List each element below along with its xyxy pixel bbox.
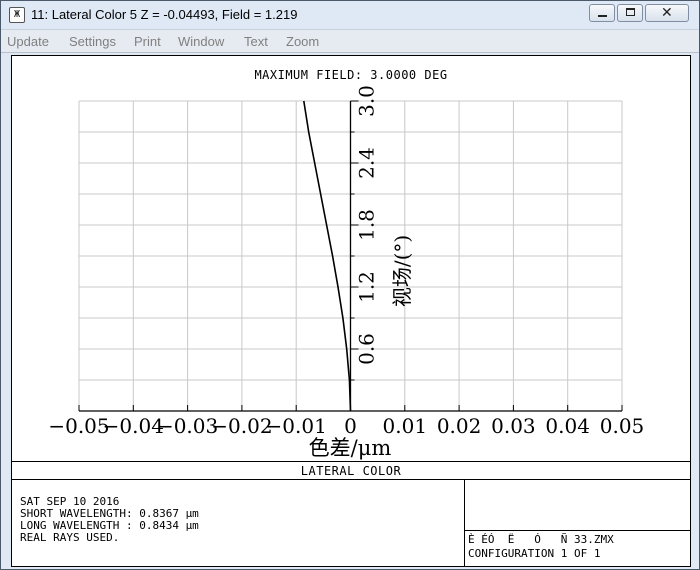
zemax-app-icon[interactable]: Ж	[9, 7, 25, 23]
x-tick-label: −0.05	[48, 414, 109, 438]
footer-divider-top	[12, 461, 690, 462]
y-axis-label: 视场/(°)	[390, 234, 414, 308]
footer-title: LATERAL COLOR	[300, 464, 402, 478]
close-icon: ✕	[661, 5, 673, 21]
menu-text[interactable]: Text	[244, 34, 268, 49]
config-count: CONFIGURATION 1 OF 1	[468, 547, 601, 560]
config-file-name: È ÉÓ Ë Ó Ñ 33.ZMX	[468, 533, 614, 546]
menu-settings[interactable]: Settings	[69, 34, 116, 49]
x-tick-label: −0.02	[211, 414, 272, 438]
menu-window[interactable]: Window	[178, 34, 224, 49]
x-tick-label: −0.01	[266, 414, 327, 438]
y-tick-label: 1.8	[355, 209, 379, 241]
footer-column-divider	[464, 479, 465, 566]
plot-window: Ж 11: Lateral Color 5 Z = -0.04493, Fiel…	[0, 0, 700, 570]
menu-print[interactable]: Print	[134, 34, 161, 49]
y-tick-label: 0.6	[355, 333, 379, 365]
x-tick-label: 0.02	[437, 414, 482, 438]
footer-divider-bottom	[12, 479, 690, 480]
x-tick-label: 0.05	[600, 414, 645, 438]
plot-canvas: MAXIMUM FIELD: 3.0000 DEG −0.05 −0.04 −0.0…	[11, 55, 691, 567]
y-tick-label: 2.4	[355, 147, 379, 179]
x-tick-label: −0.03	[157, 414, 218, 438]
minimize-button[interactable]	[589, 4, 615, 22]
x-tick-label: 0	[344, 414, 357, 438]
title-bar[interactable]: Ж 11: Lateral Color 5 Z = -0.04493, Fiel…	[1, 1, 699, 29]
x-axis-label: 色差/μm	[308, 436, 392, 460]
menu-zoom[interactable]: Zoom	[286, 34, 319, 49]
maximize-icon	[626, 8, 635, 16]
y-tick-label: 3.0	[355, 85, 379, 117]
menu-update[interactable]: Update	[7, 34, 49, 49]
x-tick-label: 0.04	[545, 414, 590, 438]
config-divider	[464, 530, 690, 531]
x-tick-label: 0.01	[383, 414, 428, 438]
window-title: 11: Lateral Color 5 Z = -0.04493, Field …	[31, 7, 298, 22]
minimize-icon	[598, 15, 607, 17]
menu-bar: Update Settings Print Window Text Zoom	[1, 29, 699, 53]
maximize-button[interactable]	[617, 4, 643, 22]
lateral-color-chart: −0.05−0.04−0.03−0.02−0.01 0 0.01 0.02 0.03 0.…	[48, 85, 644, 438]
y-tick-label: 1.2	[355, 271, 379, 303]
close-button[interactable]: ✕	[645, 4, 689, 22]
info-real-rays: REAL RAYS USED.	[20, 531, 120, 544]
x-tick-label: 0.03	[491, 414, 536, 438]
x-tick-label: −0.04	[103, 414, 164, 438]
